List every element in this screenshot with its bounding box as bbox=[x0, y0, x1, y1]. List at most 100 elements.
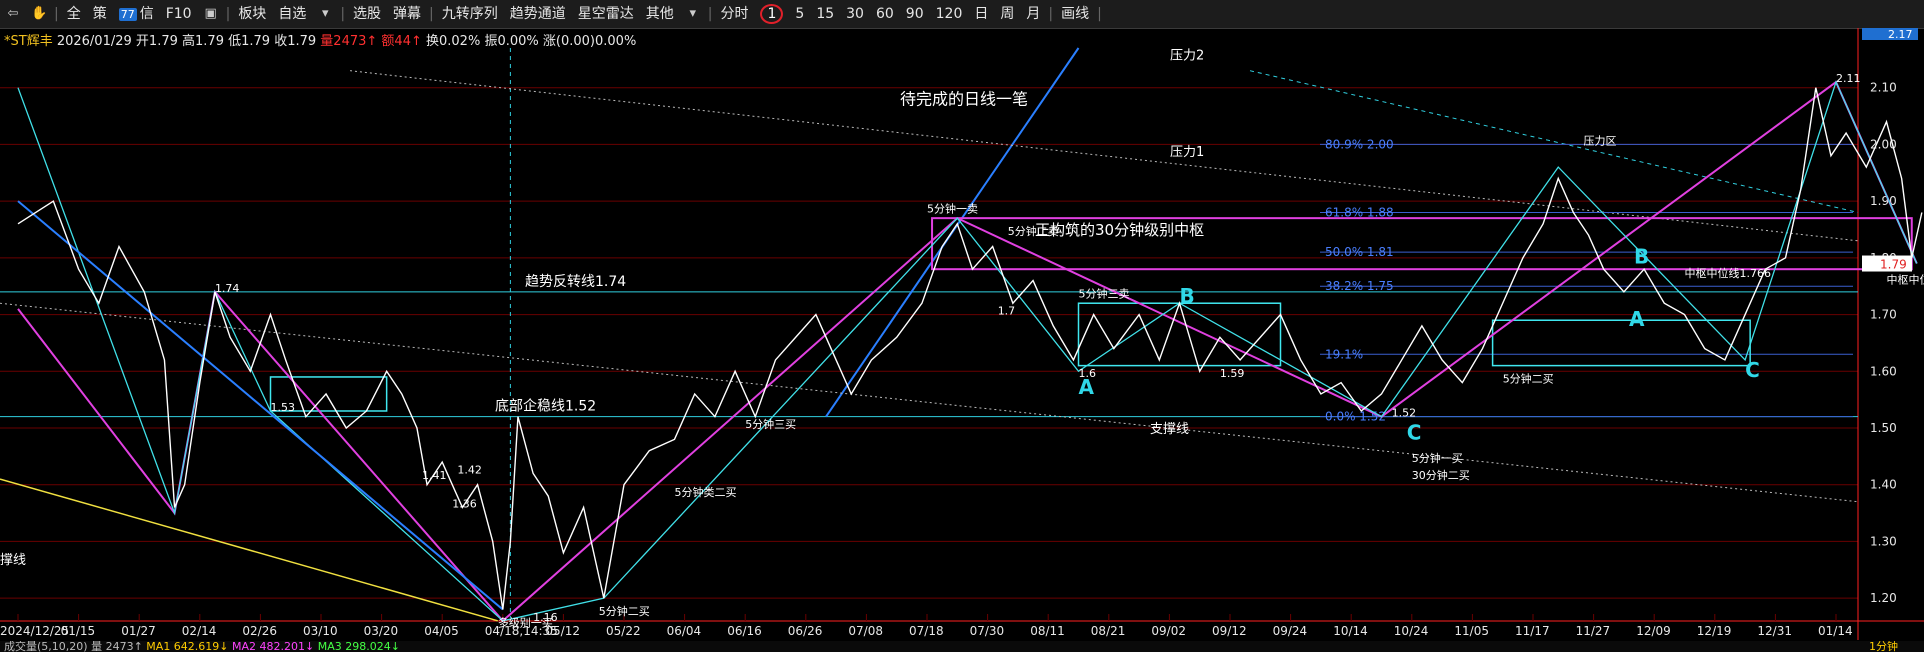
volume-indicator-bar: 成交量(5,10,20) 量 2473↑ MA1 642.619↓ MA2 48… bbox=[0, 641, 1924, 652]
y-tick-label: 2.10 bbox=[1870, 81, 1897, 95]
menu-f10[interactable]: F10 bbox=[160, 0, 198, 28]
pressure-line-1-label: 压力1 bbox=[1170, 145, 1204, 160]
x-tick-label: 10/24 bbox=[1394, 624, 1429, 638]
stock-name: *ST辉丰 bbox=[4, 34, 53, 49]
menu-nine-turn[interactable]: 九转序列 bbox=[436, 0, 504, 28]
y-tick-label: 1.60 bbox=[1870, 364, 1897, 378]
menu-draw-line[interactable]: 画线 bbox=[1055, 0, 1095, 28]
y-top-label: 2.17 bbox=[1888, 28, 1913, 41]
annotation-label: 1.52 bbox=[1392, 407, 1417, 420]
menu-trend-channel[interactable]: 趋势通道 bbox=[504, 0, 572, 28]
window-icon[interactable]: ▣ bbox=[203, 6, 219, 22]
annotation-label: 1.53 bbox=[271, 401, 296, 414]
pressure-line-2-label: 压力2 bbox=[1170, 48, 1204, 63]
menu-other[interactable]: 其他 bbox=[640, 0, 680, 28]
annotation-label: 5分钟三卖 bbox=[1079, 287, 1130, 301]
quote-close: 收1.79 bbox=[274, 34, 317, 49]
period-90min[interactable]: 90 bbox=[900, 0, 930, 28]
quote-amount: 额44↑ bbox=[381, 34, 422, 49]
separator: | bbox=[1097, 6, 1102, 22]
period-label: 1分钟 bbox=[1869, 641, 1898, 652]
fib-level-label: 38.2% 1.75 bbox=[1325, 279, 1394, 293]
menu-stock-picker[interactable]: 选股 bbox=[347, 0, 387, 28]
x-tick-label: 2024/12/25 bbox=[0, 624, 69, 638]
y-tick-label: 1.20 bbox=[1870, 591, 1897, 605]
menu-star-radar[interactable]: 星空雷达 bbox=[572, 0, 640, 28]
volume-ma3: MA3 298.024↓ bbox=[317, 641, 400, 652]
period-30min[interactable]: 30 bbox=[840, 0, 870, 28]
x-tick-label: 10/14 bbox=[1333, 624, 1368, 638]
period-week[interactable]: 周 bbox=[994, 0, 1020, 28]
period-1min[interactable]: 1 bbox=[754, 0, 789, 28]
menu-watchlist[interactable]: 自选 bbox=[272, 0, 312, 28]
period-15min[interactable]: 15 bbox=[810, 0, 840, 28]
annotation-label: 1.7 bbox=[998, 305, 1016, 318]
wave-label: A bbox=[1629, 307, 1645, 331]
x-tick-label: 12/09 bbox=[1636, 624, 1671, 638]
menu-sector[interactable]: 板块 bbox=[232, 0, 272, 28]
menu-signal-label: 信 bbox=[139, 5, 154, 22]
support-line-label-left: 撑线 bbox=[0, 553, 26, 568]
quote-high: 高1.79 bbox=[182, 34, 224, 49]
annotation-label: 5分钟类二买 bbox=[675, 485, 737, 499]
last-price-label: 1.79 bbox=[1880, 258, 1907, 272]
x-tick-label: 05/22 bbox=[606, 624, 641, 638]
menu-all[interactable]: 全 bbox=[61, 0, 87, 28]
quote-date: 2026/01/29 bbox=[56, 34, 132, 49]
period-month[interactable]: 月 bbox=[1020, 0, 1046, 28]
annotation-label: 5分钟二买 bbox=[599, 604, 650, 618]
x-tick-label: 08/21 bbox=[1091, 624, 1126, 638]
quote-volume: 量2473↑ bbox=[320, 34, 378, 49]
y-tick-label: 1.90 bbox=[1870, 194, 1897, 208]
period-5min[interactable]: 5 bbox=[789, 0, 810, 28]
hand-icon[interactable]: ✋ bbox=[31, 6, 47, 22]
price-chart[interactable]: 2.102.001.901.801.701.601.501.401.301.20… bbox=[0, 28, 1924, 640]
zhongshu-label: 正构筑的30分钟级别中枢 bbox=[1035, 221, 1204, 239]
volume-indicator-name: 成交量(5,10,20) bbox=[4, 641, 88, 652]
y-tick-label: 1.50 bbox=[1870, 421, 1897, 435]
annotation-label: 压力区 bbox=[1584, 134, 1617, 147]
annotation-label: 1.36 bbox=[452, 497, 477, 510]
period-60min[interactable]: 60 bbox=[870, 0, 900, 28]
annotation-label: 5分钟一卖 bbox=[927, 201, 978, 215]
separator: | bbox=[225, 6, 231, 22]
x-tick-label: 12/31 bbox=[1757, 624, 1792, 638]
back-icon[interactable]: ⇦ bbox=[5, 6, 21, 22]
annotation-label: 中枢中位线1.755 bbox=[1887, 272, 1924, 286]
menu-barrage[interactable]: 弹幕 bbox=[387, 0, 427, 28]
period-120min[interactable]: 120 bbox=[930, 0, 969, 28]
app-badge-icon: 77 bbox=[118, 7, 137, 21]
x-tick-label: 02/14 bbox=[182, 624, 217, 638]
volume-value: 量 2473↑ bbox=[91, 641, 143, 652]
x-tick-label: 11/17 bbox=[1515, 624, 1550, 638]
period-intraday[interactable]: 分时 bbox=[714, 0, 754, 28]
price-line bbox=[17, 87, 1923, 610]
chevron-down-icon[interactable]: ▾ bbox=[317, 6, 333, 22]
x-tick-label: 12/19 bbox=[1697, 624, 1732, 638]
x-tick-label: 09/12 bbox=[1212, 624, 1247, 638]
quote-low: 低1.79 bbox=[228, 34, 271, 49]
bi-line bbox=[17, 80, 1918, 622]
annotation-label: 1.59 bbox=[1220, 367, 1245, 380]
x-tick-label: 06/16 bbox=[727, 624, 762, 638]
support-line-label: 支撑线 bbox=[1150, 422, 1189, 437]
x-tick-label: 11/27 bbox=[1576, 624, 1611, 638]
menu-strategy[interactable]: 策 bbox=[87, 0, 113, 28]
wave-label: C bbox=[1745, 358, 1760, 382]
separator: | bbox=[1048, 6, 1054, 22]
menu-signal[interactable]: 77 信 bbox=[113, 0, 160, 29]
horizontal-level-label: 底部企稳线1.52 bbox=[495, 398, 596, 415]
period-day[interactable]: 日 bbox=[968, 0, 994, 28]
separator: | bbox=[54, 6, 59, 22]
x-tick-label: 07/30 bbox=[970, 624, 1005, 638]
volume-ma2: MA2 482.201↓ bbox=[232, 641, 315, 652]
x-tick-label: 06/26 bbox=[788, 624, 823, 638]
annotation-label: 2.11 bbox=[1836, 72, 1861, 85]
separator: | bbox=[429, 6, 434, 22]
annotation-label: 5分钟一买 bbox=[1412, 451, 1463, 465]
annotation-label: 5分钟二买 bbox=[1503, 372, 1554, 386]
x-tick-label: 03/10 bbox=[303, 624, 338, 638]
x-tick-label: 08/11 bbox=[1030, 624, 1065, 638]
chevron-down-icon[interactable]: ▾ bbox=[685, 6, 701, 22]
x-tick-label: 07/18 bbox=[909, 624, 944, 638]
